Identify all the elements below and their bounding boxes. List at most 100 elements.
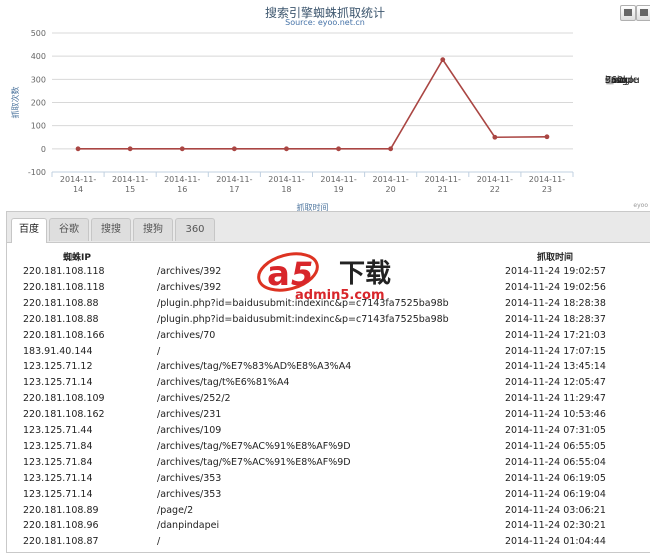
- spider-ip-cell: 123.125.71.44: [23, 425, 93, 436]
- x-tick-label: 2014-11-21: [425, 175, 461, 194]
- y-axis-title: 抓取次数: [10, 87, 20, 119]
- crawled-url-cell: /archives/tag/%E7%AC%91%E8%AF%9D: [157, 440, 351, 452]
- crawl-time-cell: 2014-11-24 06:19:05: [505, 472, 606, 484]
- x-tick-label: 2014-11-23: [529, 175, 565, 194]
- svg-text:a: a: [267, 254, 290, 294]
- crawled-url-cell: /archives/392: [157, 266, 222, 277]
- y-tick-label: 100: [31, 122, 46, 131]
- chart-area: 500 400 300 200 100 0 -100 2014-11-14 2014-11-15…: [0, 0, 650, 213]
- crawled-url-cell: /archives/tag/%E7%83%AD%E8%A3%A4: [157, 361, 352, 373]
- crawled-url-cell: /danpindapei: [157, 520, 220, 532]
- x-tick-label: 2014-11-17: [216, 175, 252, 194]
- crawl-time-cell: 2014-11-24 18:28:37: [505, 313, 606, 325]
- data-point: [284, 146, 289, 152]
- data-point: [127, 146, 133, 152]
- table-row: 220.181.108.109/archives/252/2 2014-11-24…: [7, 393, 647, 409]
- spider-ip-cell: 220.181.108.118: [23, 266, 105, 277]
- table-row: 183.91.40.144 / 2014-11-24 17:07:15: [7, 346, 647, 362]
- x-tick-label: 2014-11-16: [164, 175, 200, 194]
- table-row: 123.125.71.84/archives/tag/%E7%AC%91%E8%…: [7, 457, 647, 473]
- spider-ip-cell: 220.181.108.89: [23, 504, 99, 516]
- y-tick-label: 0: [41, 145, 46, 154]
- spider-ip-cell: 220.181.108.118: [23, 281, 105, 293]
- crawled-url-cell: /archives/109: [157, 425, 222, 436]
- crawl-time-cell: 2014-11-24 19:02:57: [505, 266, 606, 277]
- crawled-url-cell: /plugin.php?id=baidusubmit:indexinc&p=c7…: [157, 313, 449, 325]
- column-header-ip: 蜘蛛IP: [63, 253, 91, 263]
- table-row: 123.125.71.14/archives/353 2014-11-24 06:…: [7, 489, 647, 505]
- table-row: 220.181.108.87/2014-11-24 01:04:44: [7, 536, 647, 552]
- table-row: 123.125.71.14/archives/353 2014-11-24 06:…: [7, 473, 647, 489]
- column-header-time: 抓取时间: [537, 253, 574, 263]
- table-row: 220.181.108.162/archives/231 2014-11-24 1…: [7, 409, 647, 425]
- data-point: [231, 146, 237, 152]
- crawl-time-cell: 2014-11-24 02:30:21: [505, 520, 606, 532]
- spider-ip-cell: 123.125.71.12: [23, 361, 93, 373]
- crawl-time-cell: 2014-11-24 06:55:05: [505, 440, 606, 452]
- x-tick-label: 2014-11-22: [477, 175, 513, 194]
- spider-ip-cell: 220.181.108.96: [23, 520, 99, 532]
- data-point: [440, 57, 446, 63]
- data-point: [492, 134, 498, 140]
- spider-ip-cell: 123.125.71.84: [23, 440, 93, 452]
- svg-text:下载: 下载: [339, 259, 391, 289]
- spider-ip-cell: 123.125.71.14: [23, 377, 93, 389]
- crawl-time-cell: 2014-11-24 03:06:21: [505, 504, 606, 516]
- legend-item-360[interactable]: ▼ 360: [605, 75, 650, 87]
- table-row: 220.181.108.96/danpindapei 2014-11-24 02:…: [7, 520, 647, 536]
- y-tick-label: 400: [31, 52, 46, 61]
- spider-ip-cell: 220.181.108.88: [23, 297, 99, 309]
- data-point: [75, 146, 81, 152]
- crawled-url-cell: /page/2: [157, 504, 194, 516]
- crawl-time-cell: 2014-11-24 12:05:47: [505, 377, 606, 389]
- table-row: 123.125.71.12/archives/tag/%E7%83%AD%E8%…: [7, 361, 647, 377]
- y-tick-label: 500: [31, 29, 46, 38]
- x-tick-label: 2014-11-14: [60, 175, 96, 194]
- crawl-time-cell: 2014-11-24 13:45:14: [505, 361, 606, 373]
- crawl-time-cell: 2014-11-24 18:28:38: [505, 297, 606, 309]
- tab-baidu[interactable]: 百度: [11, 218, 47, 243]
- admin5-watermark-logo: a 5 下载 admin5.com: [257, 252, 391, 302]
- crawled-url-cell: /archives/tag/t%E6%81%A4: [157, 377, 290, 389]
- crawled-url-cell: /archives/392: [157, 281, 222, 293]
- crawled-url-cell: /archives/252/2: [157, 393, 231, 405]
- tab-360[interactable]: 360: [175, 218, 215, 241]
- data-point: [179, 146, 185, 152]
- crawl-time-cell: 2014-11-24 07:31:05: [505, 425, 606, 436]
- spider-ip-cell: 220.181.108.166: [23, 329, 105, 341]
- svg-text:admin5.com: admin5.com: [295, 288, 385, 302]
- table-row: 220.181.108.89/page/2 2014-11-24 03:06:21: [7, 505, 647, 521]
- spider-ip-cell: 183.91.40.144: [23, 345, 93, 357]
- crawled-url-cell: /archives/231: [157, 409, 222, 421]
- spider-ip-cell: 123.125.71.14: [23, 488, 93, 500]
- print-icon[interactable]: [620, 5, 636, 21]
- spider-ip-cell: 123.125.71.84: [23, 456, 93, 468]
- crawl-time-cell: 2014-11-24 11:29:47: [505, 393, 606, 405]
- tab-sogou[interactable]: 搜狗: [133, 218, 173, 241]
- line-chart: 500 400 300 200 100 0 -100 2014-11-14 2014-11-15…: [10, 29, 574, 212]
- crawled-url-cell: /: [157, 345, 161, 357]
- table-row: 220.181.108.88/plugin.php?id=baidusubmit…: [7, 314, 647, 330]
- legend-label: 360: [605, 75, 624, 86]
- series-line-google: [78, 58, 547, 150]
- crawled-url-cell: /archives/tag/%E7%AC%91%E8%AF%9D: [157, 456, 351, 468]
- data-point: [388, 146, 394, 152]
- tab-strip: 百度 谷歌 搜搜 搜狗 360: [7, 212, 650, 243]
- spider-ip-cell: 123.125.71.14: [23, 472, 93, 484]
- crawl-time-cell: 2014-11-24 19:02:56: [505, 281, 606, 293]
- table-row: 123.125.71.44/archives/109 2014-11-24 07:…: [7, 425, 647, 441]
- x-tick-label: 2014-11-19: [320, 175, 356, 194]
- crawled-url-cell: /archives/70: [157, 329, 216, 341]
- tab-google[interactable]: 谷歌: [49, 218, 89, 241]
- tab-soso[interactable]: 搜搜: [91, 218, 131, 241]
- crawl-time-cell: 2014-11-24 06:19:04: [505, 488, 606, 500]
- crawl-time-cell: 2014-11-24 06:55:04: [505, 456, 606, 468]
- chart-credit: eyoo: [633, 202, 648, 209]
- spider-ip-cell: 220.181.108.109: [23, 393, 105, 405]
- y-tick-label: -100: [28, 168, 46, 177]
- crawl-time-cell: 2014-11-24 17:21:03: [505, 329, 606, 341]
- table-row: 220.181.108.166/archives/70 2014-11-24 17…: [7, 330, 647, 346]
- table-row: 123.125.71.14/archives/tag/t%E6%81%A4 201…: [7, 377, 647, 393]
- export-icon[interactable]: [636, 5, 650, 21]
- data-point: [336, 146, 341, 152]
